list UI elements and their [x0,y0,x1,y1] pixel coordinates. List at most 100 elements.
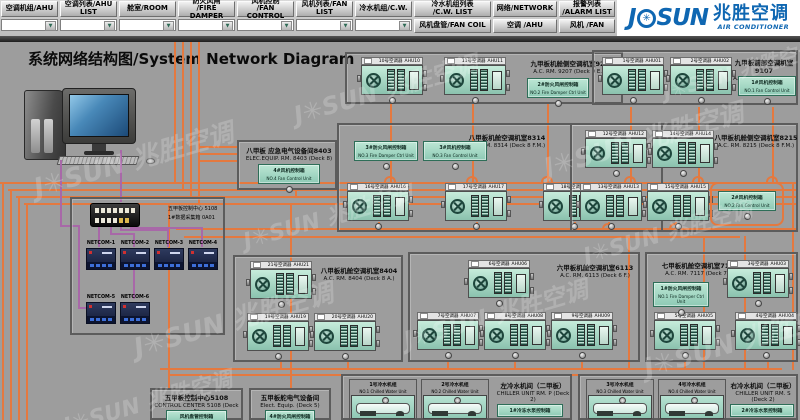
chiller-unit[interactable]: 3号冷水机组NO.3 Chilled Water Unit [586,379,654,420]
fan-control-button[interactable]: 风机控制 /FAN CONTROL [237,1,294,17]
ahu-unit[interactable]: 12号空调器AHU12 [585,130,647,177]
network-port [278,301,285,308]
coil-icon [510,324,518,346]
ahu-unit[interactable]: 16号空调器AHU16 [347,183,409,230]
control-box[interactable]: 1#冷冻水泵控制箱 [497,404,563,417]
network-port [613,170,620,177]
netcom-module[interactable]: NETCOM-2 [120,241,150,270]
port-icon [125,218,129,223]
ahu-unit[interactable]: 3号空调器AHU03 [727,260,789,307]
ahu-code: AHU20 [358,315,373,320]
control-box[interactable]: 3#风机控制箱NO.3 Fan Control Unit [423,141,487,170]
ahu-unit[interactable]: 4号空调器AHU04 [735,312,797,359]
network-port [678,309,685,316]
ahu-unit[interactable]: 7号空调器AHU07 [417,312,479,359]
group-title: 八甲板机舱空调机室8404A.C. RM. 8404 (Deck 8 A.) [315,265,403,282]
netcom-module[interactable]: NETCOM-6 [120,295,150,324]
ahu-list-select[interactable] [60,19,117,31]
fan-control-select[interactable] [237,19,294,31]
netcom-module[interactable]: NETCOM-1 [86,241,116,270]
port-icon [102,318,106,321]
pipe-tab [479,339,483,346]
network-port [452,163,459,170]
control-box[interactable]: 2#防火风闸控制箱NO.2 Fire Damper Ctrl Unit [527,78,589,107]
chiller-unit[interactable]: 2号冷水机组NO.2 Chilled Water Unit [421,379,489,420]
room-button[interactable]: 舱室/ROOM [119,1,176,17]
fan-list-select[interactable] [296,19,353,31]
ahu-code: AHU11 [488,59,503,64]
room-select[interactable] [119,19,176,31]
control-box[interactable]: 1#风机控制箱NO.1 Fan Control Unit [738,76,796,105]
ahu-unit[interactable]: 15号空调器AHU15 [647,183,709,230]
coil-icon [397,69,405,91]
ahu-unit-button[interactable]: 空调机组/AHU [1,1,58,17]
ahu-name: 20号空调器 [332,314,356,320]
ahu-unit[interactable]: 9号空调器AHU09 [551,312,613,359]
equipment-room-box: 五甲板控制中心5108CONTROL CENTER 5108 (Deck 5)风… [150,388,243,420]
netcom-module[interactable]: NETCOM-4 [188,241,218,270]
alarm-list-button[interactable]: 报警列表 /ALARM LIST [559,1,615,17]
ahu-page-button[interactable]: 空调 /AHU [493,19,557,33]
group-title: 左冷水机间（二甲板）CHILLER UNIT RM. P (Deck 2) [495,380,571,403]
control-box-face: 2#防火风闸控制箱NO.2 Fire Damper Ctrl Unit [527,78,589,98]
filter-box-icon [599,326,609,345]
port-icon [125,208,129,213]
ahu-label: 2号空调器AHU02 [670,57,732,65]
control-box[interactable]: 3#防火风闸控制箱NO.3 Fire Damper Ctrl Unit [354,141,418,170]
control-box[interactable]: 1#防火风闸控制箱NO.1 Fire Damper Ctrl Unit [653,282,709,316]
chiller-graphic [588,395,652,419]
chiller-unit[interactable]: 1号冷水机组NO.1 Chilled Water Unit [349,379,417,420]
cw-list-button[interactable]: 冷水机组列表 /C.W. LIST [414,1,491,17]
chilled-water-select[interactable] [355,19,412,31]
chiller-name-en: NO.4 Chilled Water Unit [660,389,724,394]
ahu-unit[interactable]: 1号空调器AHU01 [602,57,664,104]
control-box[interactable]: 4#防火风闸控制箱 [265,410,315,420]
ahu-unit[interactable]: 13号空调器AHU13 [580,183,642,230]
filter-box-icon [362,327,372,346]
pump-icon [597,411,613,416]
ahu-graphic [484,320,546,350]
ahu-unit[interactable]: 21号空调器AHU21 [250,261,312,308]
coil-icon [494,272,502,294]
chiller-graphic [660,395,724,419]
ahu-label: 11号空调器AHU11 [444,57,506,65]
cable-orange [198,146,237,148]
filter-box-icon [695,197,705,216]
ahu-unit[interactable]: 2号空调器AHU02 [670,57,732,104]
ahu-unit[interactable]: 20号空调器AHU20 [314,313,376,360]
pipe-tab [376,326,380,333]
control-box[interactable]: 2#冷冻水泵控制箱 [730,404,794,417]
port-icon [113,218,117,223]
port-icon [113,208,117,213]
fan-list-button[interactable]: 风机列表/FAN LIST [296,1,353,17]
ahu-unit[interactable]: 10号空调器AHU10 [361,57,423,104]
network-switch[interactable] [90,203,140,227]
fire-damper-button[interactable]: 防火风闸 /FIRE DAMPER [178,1,235,17]
coil-icon [383,195,391,217]
chiller-unit[interactable]: 4号冷水机组NO.4 Chilled Water Unit [658,379,726,420]
pipe-tab [506,70,510,77]
port-icon [210,264,214,267]
chilled-water-button[interactable]: 冷水机组/C.W. [355,1,412,17]
network-button[interactable]: 网络/NETWORK [493,1,557,17]
control-box[interactable]: 2#风机控制箱NO.2 Fan Control Unit [718,191,776,220]
ahu-unit[interactable]: 14号空调器AHU14 [652,130,714,177]
ahu-unit[interactable]: 6号空调器AHU06 [468,260,530,307]
ahu-unit[interactable]: 17号空调器AHU17 [445,183,507,230]
ahu-unit-select[interactable] [1,19,58,31]
control-box[interactable]: 风机盘管控制箱 [166,410,227,420]
ahu-unit[interactable]: 19号空调器AHU19 [247,313,309,360]
ahu-unit[interactable]: 8号空调器AHU08 [484,312,546,359]
fan-page-button[interactable]: 风机 /FAN [559,19,615,33]
ahu-code: AHU15 [691,185,706,190]
ahu-code: AHU14 [696,132,711,137]
netcom-module[interactable]: NETCOM-3 [154,241,184,270]
ahu-unit[interactable]: 5号空调器AHU05 [654,312,716,359]
netcom-ports [87,316,115,323]
fan-coil-button[interactable]: 风机盘管/FAN COIL [414,19,491,33]
ahu-list-button[interactable]: 空调列表/AHU LIST [60,1,117,17]
control-box[interactable]: 4#风机控制箱NO.4 Fan Control Unit [258,164,320,193]
ahu-unit[interactable]: 11号空调器AHU11 [444,57,506,104]
netcom-module[interactable]: NETCOM-5 [86,295,116,324]
fire-damper-select[interactable] [178,19,235,31]
